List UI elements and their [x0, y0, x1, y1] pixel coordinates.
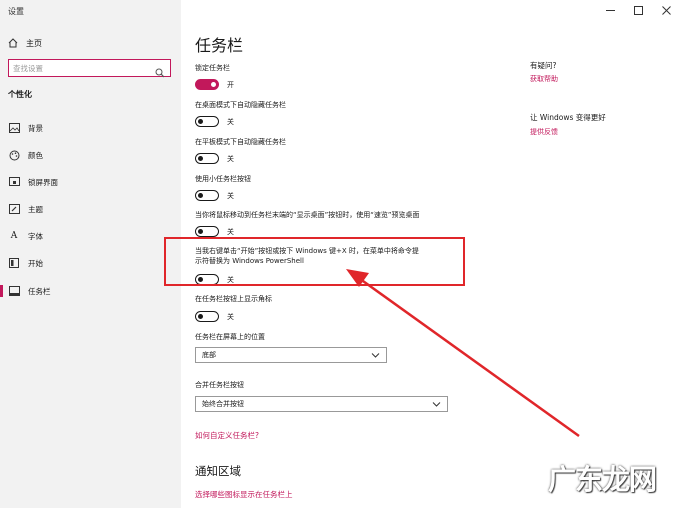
watermark: 广东龙网: [548, 463, 657, 496]
annotation-arrow: [346, 269, 580, 438]
